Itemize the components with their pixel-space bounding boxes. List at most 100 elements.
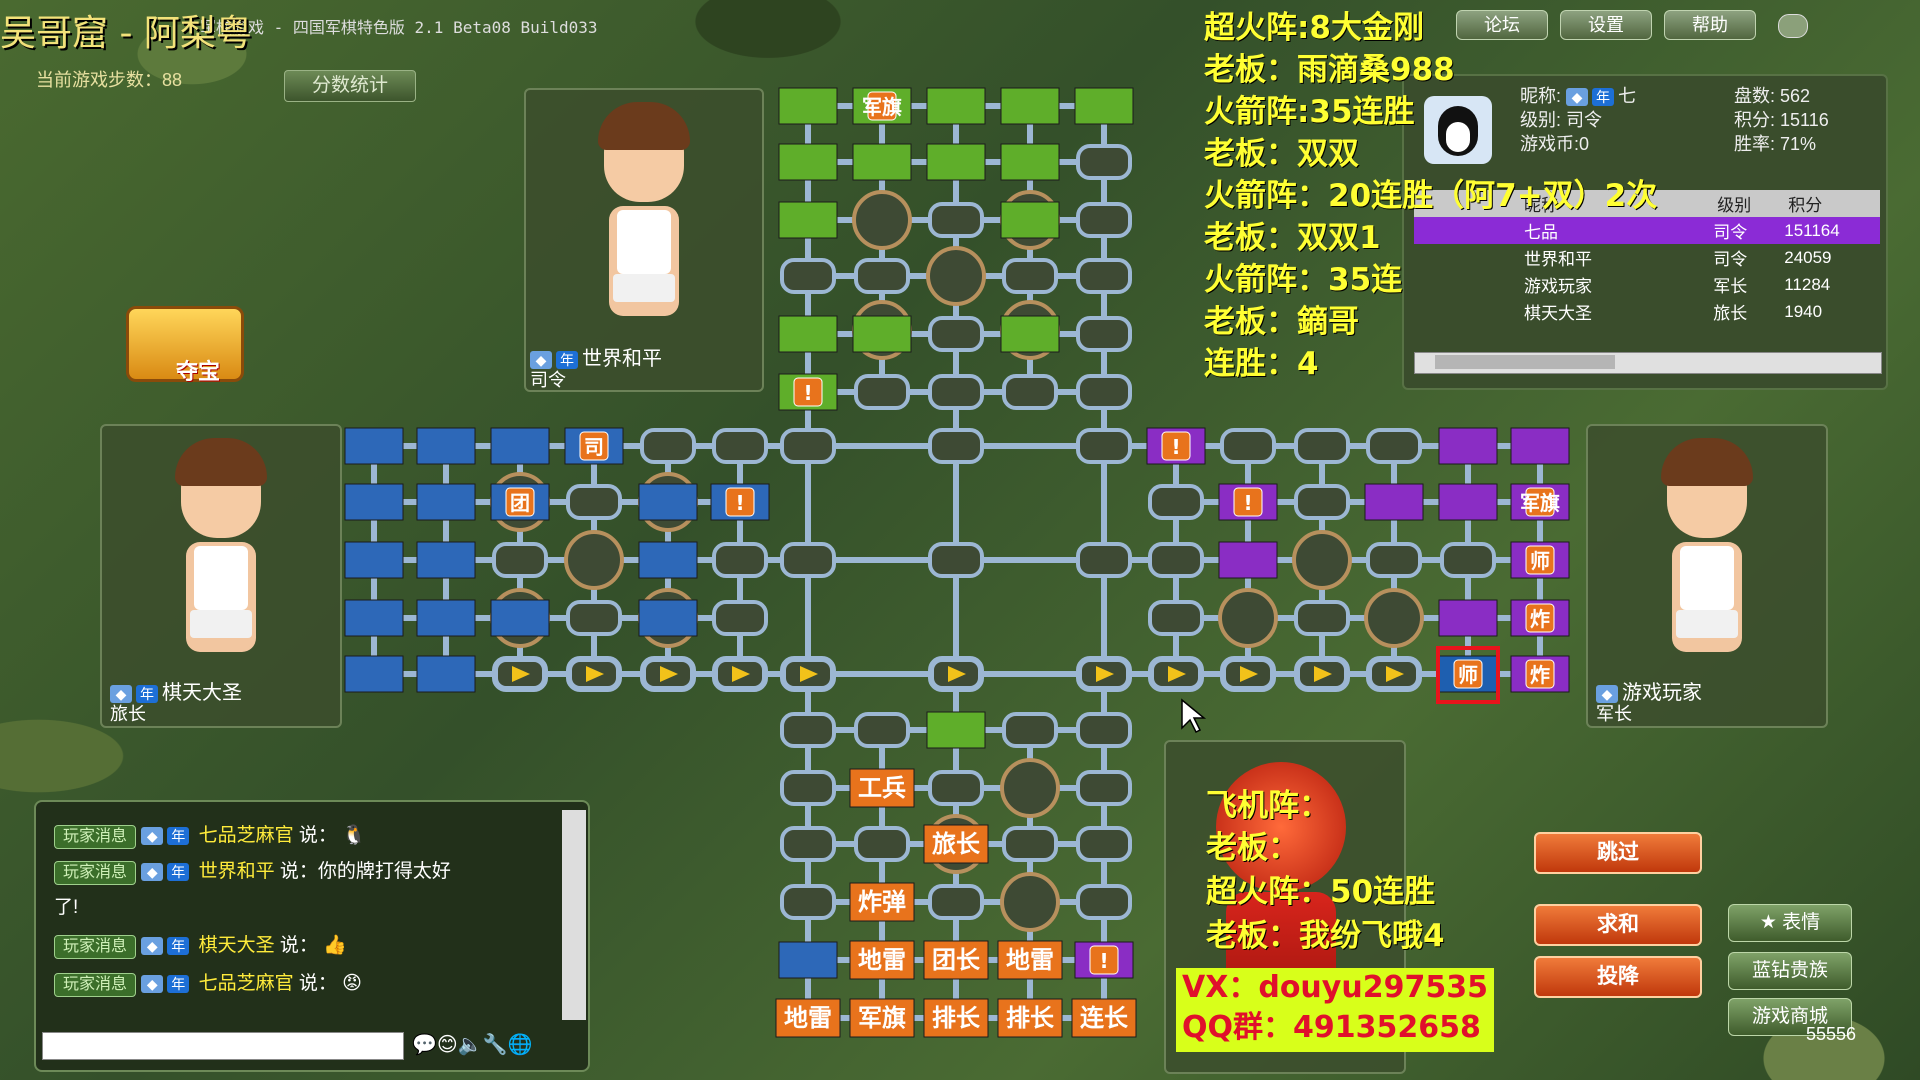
- empty-slot[interactable]: [928, 428, 984, 464]
- empty-slot[interactable]: [928, 202, 984, 238]
- skip-button[interactable]: 跳过: [1534, 832, 1702, 874]
- empty-slot[interactable]: [712, 428, 768, 464]
- purple-piece-division[interactable]: 师: [1510, 541, 1570, 579]
- empty-slot[interactable]: [566, 484, 622, 520]
- surrender-button[interactable]: 投降: [1534, 956, 1702, 998]
- selected-piece-division[interactable]: 师: [1436, 646, 1500, 704]
- blue-piece[interactable]: [344, 541, 404, 579]
- col-level[interactable]: 级别: [1709, 190, 1781, 217]
- empty-slot[interactable]: [640, 428, 696, 464]
- empty-slot[interactable]: [1076, 884, 1132, 920]
- empty-slot[interactable]: [854, 712, 910, 748]
- blue-piece[interactable]: [344, 483, 404, 521]
- green-piece[interactable]: [778, 143, 838, 181]
- blue-piece[interactable]: [416, 655, 476, 693]
- empty-slot[interactable]: [1076, 316, 1132, 352]
- blue-piece-unknown[interactable]: !: [710, 483, 770, 521]
- draw-button[interactable]: 求和: [1534, 904, 1702, 946]
- blue-piece[interactable]: [416, 541, 476, 579]
- table-row[interactable]: 游戏玩家 军长 11284: [1414, 271, 1880, 298]
- empty-slot[interactable]: [1366, 542, 1422, 578]
- empty-slot[interactable]: [712, 542, 768, 578]
- camp-slot[interactable]: [1218, 588, 1278, 648]
- camp-slot[interactable]: [926, 246, 986, 306]
- purple-piece-bomb[interactable]: 炸: [1510, 599, 1570, 637]
- blue-piece[interactable]: [638, 541, 698, 579]
- purple-piece[interactable]: [1438, 599, 1498, 637]
- empty-slot[interactable]: [1294, 600, 1350, 636]
- chat-name[interactable]: 世界和平: [199, 861, 275, 882]
- blue-piece[interactable]: [638, 599, 698, 637]
- table-row[interactable]: 棋天大圣 旅长 1940: [1414, 298, 1880, 325]
- empty-slot[interactable]: [1148, 600, 1204, 636]
- green-piece[interactable]: [1000, 143, 1060, 181]
- blue-diamond-button[interactable]: 蓝钻贵族: [1728, 952, 1852, 990]
- orange-piece-flag[interactable]: 军旗: [849, 998, 915, 1038]
- speaker-icon[interactable]: 🔈: [458, 1034, 483, 1056]
- orange-piece-platoon[interactable]: 排长: [923, 998, 989, 1038]
- emote-button[interactable]: ★ 表情: [1728, 904, 1852, 942]
- green-piece-flag[interactable]: 军旗: [852, 87, 912, 125]
- blue-piece[interactable]: [490, 427, 550, 465]
- orange-piece-mine[interactable]: 地雷: [849, 940, 915, 980]
- globe-icon[interactable]: 🌐: [508, 1034, 533, 1056]
- empty-slot[interactable]: [1076, 542, 1132, 578]
- horizontal-scrollbar[interactable]: [1414, 352, 1882, 374]
- empty-slot[interactable]: [1002, 258, 1058, 294]
- blue-piece[interactable]: [490, 599, 550, 637]
- empty-slot[interactable]: [712, 600, 768, 636]
- empty-slot[interactable]: [928, 770, 984, 806]
- green-piece[interactable]: [1000, 87, 1060, 125]
- empty-slot[interactable]: [928, 316, 984, 352]
- purple-piece-unknown[interactable]: !: [1074, 941, 1134, 979]
- green-piece-unknown[interactable]: !: [778, 373, 838, 411]
- green-piece[interactable]: [852, 315, 912, 353]
- green-piece[interactable]: [778, 87, 838, 125]
- camp-slot[interactable]: [1292, 530, 1352, 590]
- green-piece[interactable]: [852, 143, 912, 181]
- empty-slot[interactable]: [492, 542, 548, 578]
- camp-slot[interactable]: [1364, 588, 1424, 648]
- chat-name[interactable]: 七品芝麻官: [199, 973, 294, 994]
- camp-slot[interactable]: [852, 190, 912, 250]
- camp-slot[interactable]: [564, 530, 624, 590]
- orange-piece-brigadier[interactable]: 旅长: [923, 824, 989, 864]
- blue-piece-colonel[interactable]: 团: [490, 483, 550, 521]
- orange-piece-company[interactable]: 连长: [1071, 998, 1137, 1038]
- empty-slot[interactable]: [780, 542, 836, 578]
- purple-piece[interactable]: [1438, 427, 1498, 465]
- blue-piece[interactable]: [344, 655, 404, 693]
- table-row[interactable]: 世界和平 司令 24059: [1414, 244, 1880, 271]
- green-piece[interactable]: [926, 87, 986, 125]
- blue-piece[interactable]: [344, 599, 404, 637]
- orange-piece-mine[interactable]: 地雷: [775, 998, 841, 1038]
- chat-name[interactable]: 七品芝麻官: [199, 825, 294, 846]
- empty-slot[interactable]: [1148, 484, 1204, 520]
- camp-slot[interactable]: [1000, 758, 1060, 818]
- empty-slot[interactable]: [1440, 542, 1496, 578]
- purple-piece-bomb[interactable]: 炸: [1510, 655, 1570, 693]
- empty-slot[interactable]: [1076, 770, 1132, 806]
- empty-slot[interactable]: [1076, 202, 1132, 238]
- blue-piece[interactable]: [344, 427, 404, 465]
- empty-slot[interactable]: [1294, 484, 1350, 520]
- purple-piece-unknown[interactable]: !: [1218, 483, 1278, 521]
- empty-slot[interactable]: [1220, 428, 1276, 464]
- blue-piece-commander[interactable]: 司: [564, 427, 624, 465]
- blue-piece[interactable]: [416, 427, 476, 465]
- green-piece[interactable]: [1000, 201, 1060, 239]
- blue-piece[interactable]: [416, 483, 476, 521]
- empty-slot[interactable]: [1076, 144, 1132, 180]
- empty-slot[interactable]: [1076, 428, 1132, 464]
- wrench-icon[interactable]: 🔧: [483, 1034, 508, 1056]
- green-piece[interactable]: [778, 315, 838, 353]
- empty-slot[interactable]: [780, 258, 836, 294]
- orange-piece-engineer[interactable]: 工兵: [849, 768, 915, 808]
- empty-slot[interactable]: [1076, 258, 1132, 294]
- table-row[interactable]: 七品 司令 151164: [1414, 217, 1880, 244]
- empty-slot[interactable]: [854, 374, 910, 410]
- green-piece[interactable]: [778, 201, 838, 239]
- col-points[interactable]: 积分: [1780, 190, 1880, 217]
- empty-slot[interactable]: [1366, 428, 1422, 464]
- purple-piece[interactable]: [1218, 541, 1278, 579]
